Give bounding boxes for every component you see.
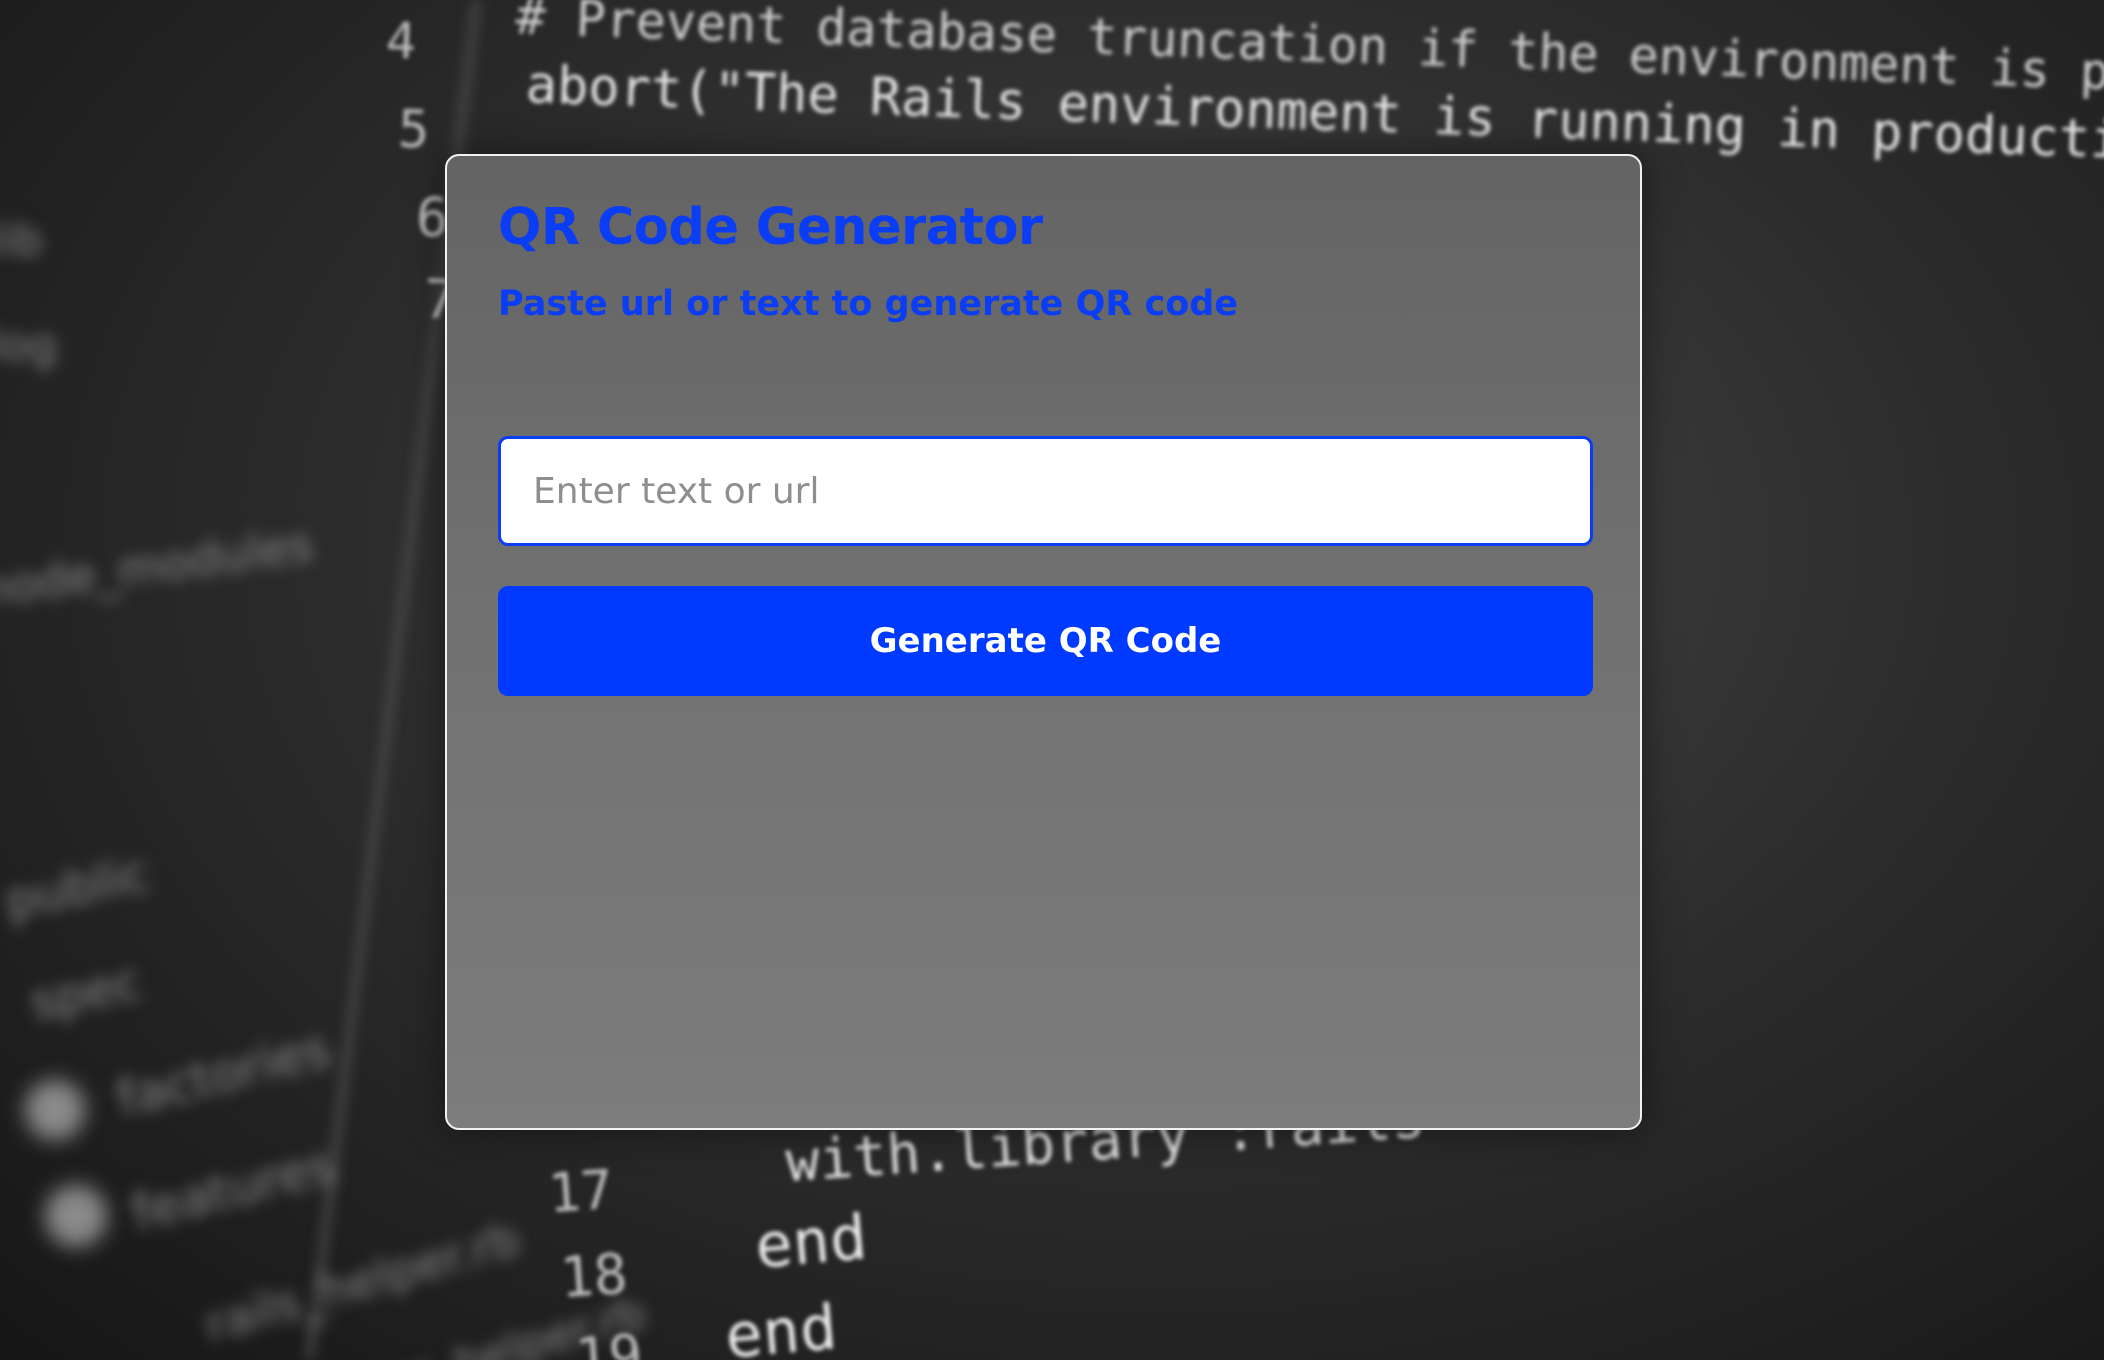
page-subtitle: Paste url or text to generate QR code bbox=[498, 284, 1239, 324]
folder-icon bbox=[45, 1185, 107, 1247]
folder-icon bbox=[25, 1080, 85, 1140]
sidebar-item: rails_helper.rb bbox=[198, 1211, 526, 1353]
page-title: QR Code Generator bbox=[498, 198, 1043, 257]
qr-generator-card: QR Code Generator Paste url or text to g… bbox=[445, 154, 1642, 1130]
sidebar-item: public bbox=[0, 845, 154, 931]
sidebar-item: features bbox=[126, 1135, 341, 1243]
sidebar-item: node_modules bbox=[0, 517, 317, 617]
text-or-url-input[interactable] bbox=[498, 436, 1593, 546]
sidebar-item: spec bbox=[25, 954, 147, 1032]
line-number: 17 bbox=[545, 1157, 616, 1226]
line-number: 4 bbox=[384, 11, 418, 71]
sidebar-item: factories bbox=[111, 1019, 336, 1129]
line-number: 5 bbox=[396, 99, 431, 161]
code-end-line: end bbox=[722, 1290, 840, 1360]
generate-qr-code-button[interactable]: Generate QR Code bbox=[498, 586, 1593, 696]
sidebar-item: lib bbox=[0, 215, 43, 266]
sidebar-item: log bbox=[0, 320, 58, 371]
code-end-line: end bbox=[752, 1200, 870, 1283]
